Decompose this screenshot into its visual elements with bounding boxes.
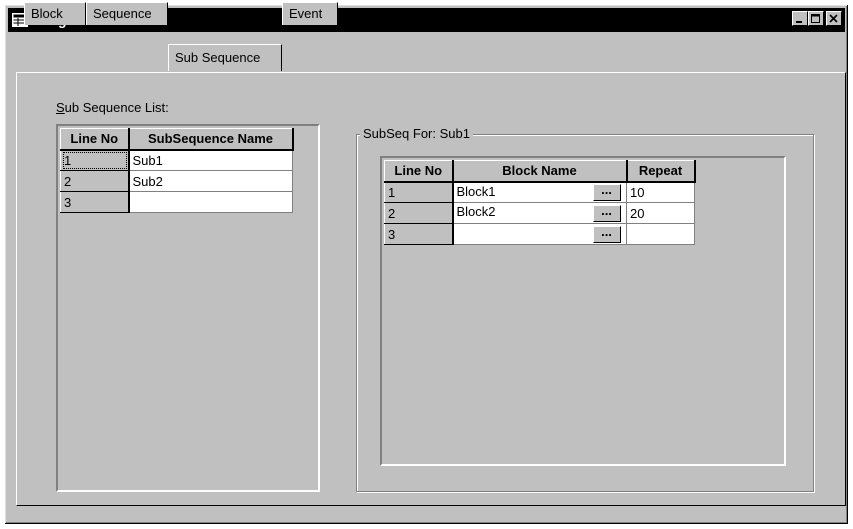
window-controls [792, 11, 842, 26]
tab-sequence-label: Sequence [93, 6, 152, 21]
minimize-icon [796, 21, 802, 23]
tab-panel-sub-sequence [16, 72, 846, 506]
tab-block[interactable]: Block [24, 2, 86, 25]
maximize-icon [811, 14, 820, 23]
close-icon [829, 14, 838, 23]
minimize-button[interactable] [792, 11, 808, 26]
tab-event-label: Event [289, 6, 323, 21]
close-button[interactable] [826, 11, 842, 26]
tab-sub-sequence-label: Sub Sequence [175, 50, 261, 65]
tab-block-label: Block [31, 6, 63, 21]
maximize-button[interactable] [808, 11, 824, 26]
tab-sequence[interactable]: Sequence [86, 2, 168, 25]
tab-event[interactable]: Event [282, 2, 338, 25]
tab-sub-sequence[interactable]: Sub Sequence [168, 44, 282, 71]
